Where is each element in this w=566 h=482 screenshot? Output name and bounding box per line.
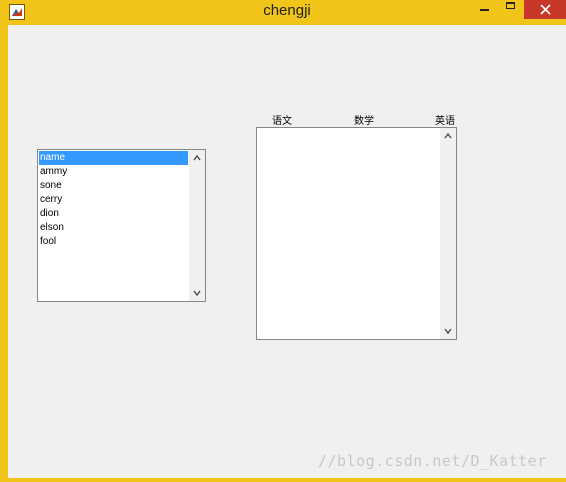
list-item[interactable]: name: [39, 151, 188, 165]
header-math: 数学: [354, 116, 374, 127]
close-icon: [540, 4, 551, 15]
scores-listbox[interactable]: [256, 127, 457, 340]
names-listbox[interactable]: name ammy sone cerry dion elson fool: [37, 149, 206, 302]
minimize-button[interactable]: [472, 0, 498, 18]
header-chinese: 语文: [272, 116, 292, 127]
list-item[interactable]: fool: [39, 235, 188, 249]
title-bar[interactable]: chengji: [4, 0, 566, 25]
list-item[interactable]: cerry: [39, 193, 188, 207]
header-english: 英语: [435, 116, 455, 127]
scroll-down-icon[interactable]: [193, 289, 201, 297]
figure-client-area: name ammy sone cerry dion elson fool 语文 数学 英语 …: [8, 25, 566, 478]
scroll-up-icon[interactable]: [193, 154, 201, 162]
scroll-down-icon[interactable]: [444, 327, 452, 335]
maximize-button[interactable]: [498, 0, 524, 18]
maximize-icon: [506, 2, 515, 9]
list-item[interactable]: ammy: [39, 165, 188, 179]
names-scrollbar[interactable]: [189, 150, 205, 301]
close-button[interactable]: [524, 0, 566, 19]
list-item[interactable]: dion: [39, 207, 188, 221]
names-list: name ammy sone cerry dion elson fool: [39, 151, 188, 249]
list-item[interactable]: elson: [39, 221, 188, 235]
scores-scrollbar[interactable]: [440, 128, 456, 339]
minimize-icon: [480, 9, 489, 11]
app-window: chengji name ammy sone cerry dion elson fool 语…: [0, 0, 566, 482]
scroll-up-icon[interactable]: [444, 132, 452, 140]
watermark-text: //blog.csdn.net/D_Katter: [318, 452, 547, 470]
list-item[interactable]: sone: [39, 179, 188, 193]
